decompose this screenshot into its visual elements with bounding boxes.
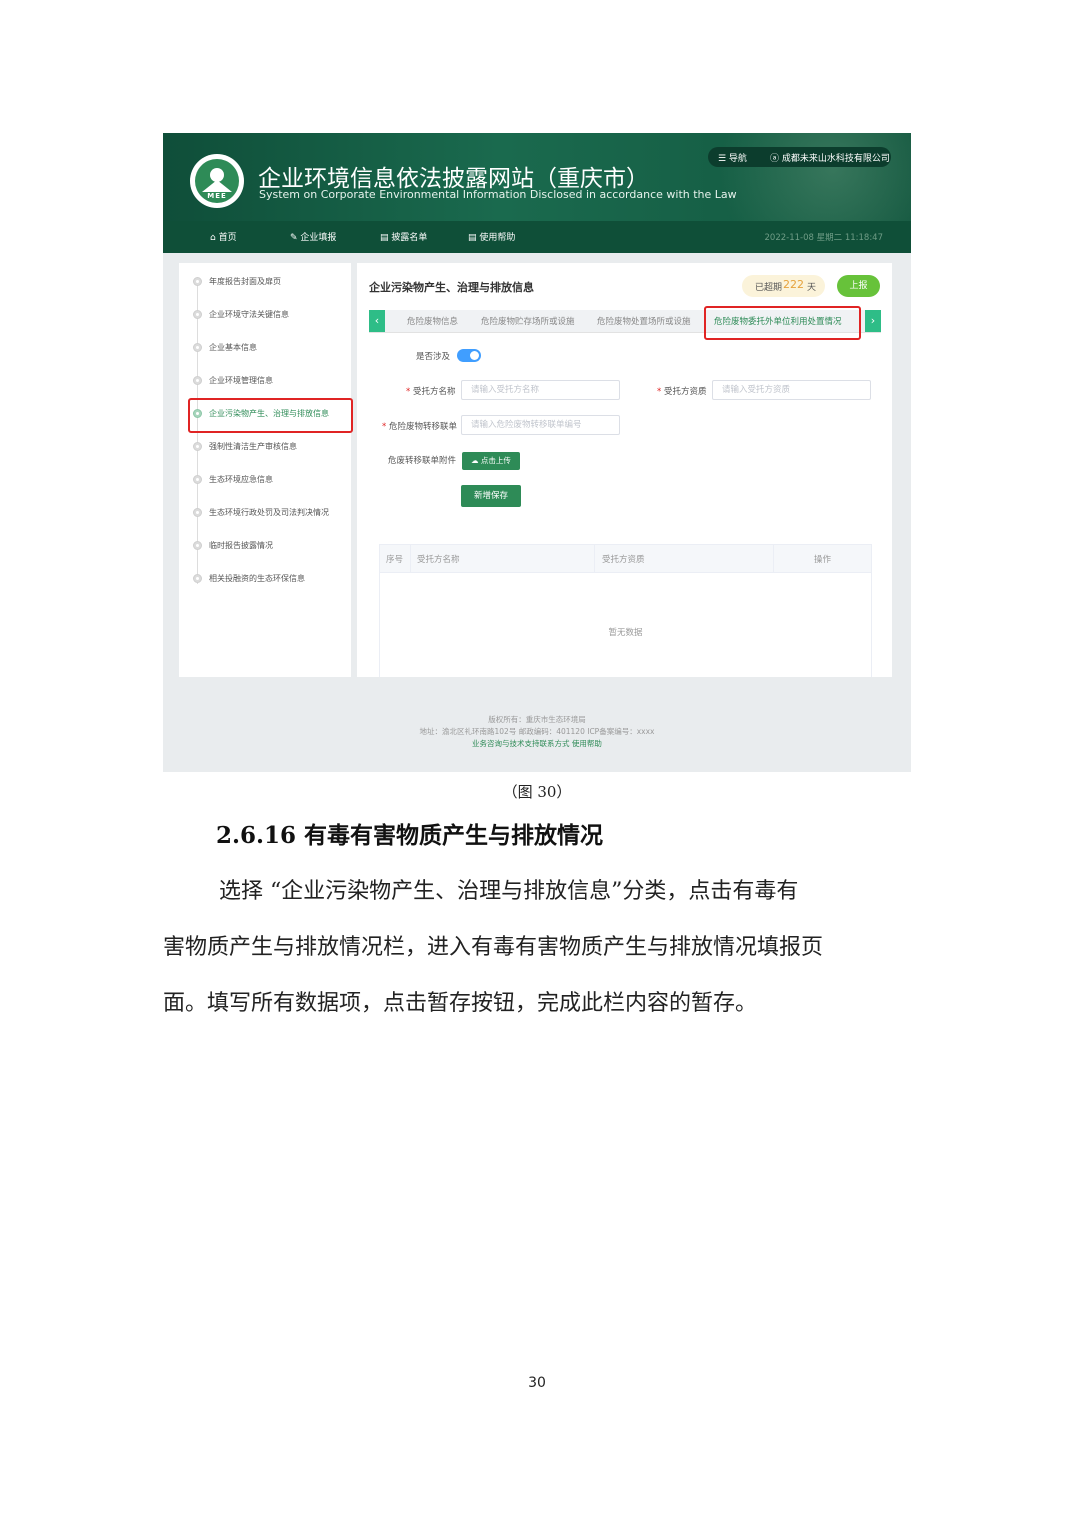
- edit-icon: ✎: [290, 233, 301, 243]
- screenshot-figure: MEE 企业环境信息依法披露网站（重庆市） System on Corporat…: [163, 133, 911, 772]
- site-banner: MEE 企业环境信息依法披露网站（重庆市） System on Corporat…: [163, 133, 911, 221]
- home-icon: ⌂: [210, 233, 219, 243]
- report-button[interactable]: 上报: [837, 275, 880, 297]
- involved-toggle[interactable]: [457, 349, 481, 362]
- figure-caption: （图 30）: [502, 783, 572, 801]
- header-user-pill: ☰ 导航 ⓐ 成都未来山水科技有限公司: [708, 147, 891, 167]
- add-save-button[interactable]: 新增保存: [461, 485, 521, 507]
- sidebar-item-env-management[interactable]: 企业环境管理信息: [191, 374, 349, 388]
- step-dot-icon: [193, 574, 202, 583]
- entrusted-qual-input[interactable]: [712, 380, 871, 400]
- site-subtitle: System on Corporate Environmental Inform…: [259, 188, 737, 201]
- entrusted-name-label: * 受托方名称: [406, 387, 456, 397]
- section-heading: 2.6.16 有毒有害物质产生与排放情况: [216, 822, 604, 849]
- step-dot-icon: [193, 475, 202, 484]
- th-actions: 操作: [814, 555, 832, 565]
- main-nav: ⌂ 首页 ✎ 企业填报 ▤ 披露名单 ▤ 使用帮助 2022-11-08 星期二…: [163, 221, 911, 253]
- sidebar: 年度报告封面及扉页 企业环境守法关键信息 企业基本信息 企业环境管理信息 企业污…: [179, 263, 351, 677]
- table-header: 序号 受托方名称 受托方资质 操作: [380, 544, 871, 573]
- nav-enterprise-report[interactable]: ✎ 企业填报: [290, 230, 336, 243]
- step-dot-icon: [193, 310, 202, 319]
- logo-mountain-icon: [202, 180, 232, 192]
- sidebar-highlight-box: [188, 398, 353, 433]
- body-paragraph: 选择 “企业污染物产生、治理与排放信息”分类，点击有毒有 害物质产生与排放情况栏…: [163, 864, 923, 1032]
- involved-label: 是否涉及: [416, 352, 451, 362]
- entrusted-qual-label: * 受托方资质: [657, 387, 707, 397]
- footer-copyright: 版权所有：重庆市生态环境局: [488, 715, 586, 724]
- step-dot-icon: [193, 508, 202, 517]
- sidebar-item-emergency[interactable]: 生态环境应急信息: [191, 473, 349, 487]
- transfer-form-label: * 危险废物转移联单: [382, 422, 457, 432]
- nav-menu-button[interactable]: ☰ 导航: [718, 151, 747, 164]
- help-doc-icon: ▤: [468, 233, 480, 243]
- sidebar-item-temp-report[interactable]: 临时报告披露情况: [191, 539, 349, 553]
- sidebar-item-basic-info[interactable]: 企业基本信息: [191, 341, 349, 355]
- th-entrusted-name: 受托方名称: [417, 555, 460, 565]
- tab-prev-arrow-icon[interactable]: ‹: [369, 310, 385, 332]
- main-panel: 企业污染物产生、治理与排放信息 已超期 222 天 上报 ‹ 危险废物信息 危险…: [357, 263, 892, 677]
- paragraph-line: 面。填写所有数据项，点击暂存按钮，完成此栏内容的暂存。: [163, 991, 758, 1016]
- sidebar-item-investment[interactable]: 相关投融资的生态环保信息: [191, 572, 349, 586]
- tab-highlight-box: [704, 306, 861, 340]
- user-account-link[interactable]: ⓐ 成都未来山水科技有限公司: [770, 151, 890, 164]
- logo-emblem-icon: MEE: [195, 159, 239, 203]
- sidebar-item-penalties[interactable]: 生态环境行政处罚及司法判决情况: [191, 506, 349, 520]
- list-icon: ▤: [380, 233, 392, 243]
- step-dot-icon: [193, 541, 202, 550]
- mee-logo: MEE: [190, 154, 244, 208]
- sidebar-item-compliance[interactable]: 企业环境守法关键信息: [191, 308, 349, 322]
- entrusted-name-input[interactable]: [461, 380, 620, 400]
- entrusted-table: 序号 受托方名称 受托方资质 操作 暂无数据: [379, 544, 872, 677]
- paragraph-line: 害物质产生与排放情况栏，进入有毒有害物质产生与排放情况填报页: [163, 935, 824, 960]
- step-dot-icon: [193, 442, 202, 451]
- paragraph-line: 选择 “企业污染物产生、治理与排放信息”分类，点击有毒有: [163, 879, 799, 904]
- current-datetime: 2022-11-08 星期二 11:18:47: [764, 233, 883, 243]
- nav-disclosure-list[interactable]: ▤ 披露名单: [380, 230, 427, 243]
- sidebar-item-clean-production[interactable]: 强制性清洁生产审核信息: [191, 440, 349, 454]
- transfer-form-input[interactable]: [461, 415, 620, 435]
- step-dot-icon: [193, 343, 202, 352]
- overdue-badge: 已超期 222 天: [742, 275, 825, 297]
- tab-next-arrow-icon[interactable]: ›: [865, 310, 881, 332]
- toggle-knob: [470, 351, 479, 360]
- tab-waste-storage[interactable]: 危险废物贮存场所或设施: [481, 315, 575, 327]
- section-title: 企业污染物产生、治理与排放信息: [369, 281, 534, 294]
- overdue-days: 222: [783, 278, 804, 291]
- th-index: 序号: [386, 555, 404, 565]
- step-dot-icon: [193, 376, 202, 385]
- th-entrusted-qual: 受托方资质: [602, 555, 645, 565]
- sidebar-item-cover[interactable]: 年度报告封面及扉页: [191, 275, 349, 289]
- step-dot-icon: [193, 277, 202, 286]
- tab-waste-disposal[interactable]: 危险废物处置场所或设施: [597, 315, 691, 327]
- page-number: 30: [528, 1375, 546, 1391]
- nav-help[interactable]: ▤ 使用帮助: [468, 230, 515, 243]
- logo-text: MEE: [207, 192, 227, 200]
- upload-button[interactable]: ☁ 点击上传: [462, 452, 520, 470]
- footer-address: 地址：渝北区礼环南路102号 邮政编码：401120 ICP备案编号：xxxx: [419, 727, 655, 736]
- tab-hazardous-waste-info[interactable]: 危险废物信息: [407, 315, 458, 327]
- footer-links[interactable]: 业务咨询与技术支持联系方式 使用帮助: [163, 738, 911, 749]
- table-empty-text: 暂无数据: [608, 628, 643, 638]
- nav-home[interactable]: ⌂ 首页: [210, 230, 237, 243]
- attachment-label: 危废转移联单附件: [388, 456, 457, 466]
